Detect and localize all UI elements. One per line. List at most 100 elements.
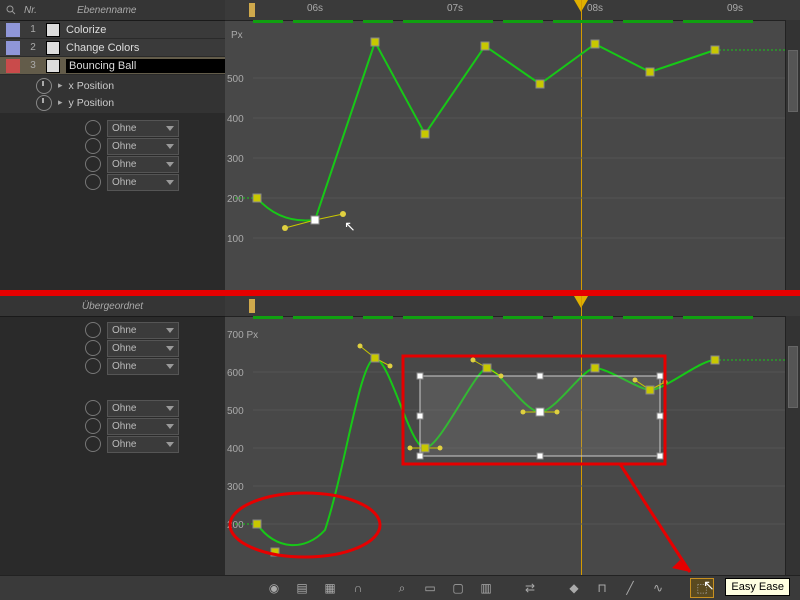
keyframe-selected[interactable] [311, 216, 319, 224]
pickwhip-icon[interactable] [85, 156, 101, 172]
time-ruler[interactable] [225, 296, 800, 317]
edit-keyframe-icon[interactable]: ◆ [562, 578, 586, 598]
search-icon [6, 5, 16, 15]
chevron-down-icon [166, 180, 174, 185]
property-row[interactable]: ▸ x Position [0, 77, 225, 94]
parent-row: Ohne [0, 417, 225, 435]
pickwhip-icon[interactable] [85, 120, 101, 136]
hold-keyframe-icon[interactable]: ⊓ [590, 578, 614, 598]
layer-row[interactable]: 1 Colorize [0, 21, 225, 39]
pickwhip-icon[interactable] [85, 436, 101, 452]
chevron-down-icon [166, 424, 174, 429]
layer-number: 1 [26, 24, 40, 35]
separate-dimensions-icon[interactable]: ⇄ [518, 578, 542, 598]
parent-dropdown[interactable]: Ohne [107, 156, 179, 173]
fit-selection-icon[interactable]: ▢ [446, 578, 470, 598]
chevron-down-icon [166, 406, 174, 411]
show-transform-icon[interactable]: ▦ [318, 578, 342, 598]
time-tick: 09s [727, 3, 743, 14]
parent-dropdown[interactable]: Ohne [107, 400, 179, 417]
expand-icon[interactable]: ▸ [58, 80, 63, 91]
eye-icon[interactable]: ◉ [262, 578, 286, 598]
vertical-scrollbar[interactable] [785, 316, 800, 600]
parent-dropdown[interactable]: Ohne [107, 322, 179, 339]
linear-keyframe-icon[interactable]: ╱ [618, 578, 642, 598]
chevron-down-icon [166, 328, 174, 333]
pickwhip-icon[interactable] [85, 400, 101, 416]
stopwatch-icon[interactable] [36, 78, 52, 94]
time-ruler[interactable]: 06s 07s 08s 09s [225, 0, 800, 21]
y-unit-label: 700 Px [227, 330, 258, 341]
snap-icon[interactable]: ∩ [346, 578, 370, 598]
parent-row: Ohne [0, 339, 225, 357]
parent-row: Ohne [0, 173, 225, 191]
scrollbar-thumb[interactable] [788, 50, 798, 112]
fit-all-icon[interactable]: ▭ [418, 578, 442, 598]
property-name: x Position [69, 80, 115, 92]
stopwatch-icon[interactable] [36, 95, 52, 111]
dropdown-value: Ohne [112, 439, 136, 450]
parent-dropdown[interactable]: Ohne [107, 138, 179, 155]
parent-dropdown[interactable]: Ohne [107, 120, 179, 137]
auto-zoom-icon[interactable]: ▥ [474, 578, 498, 598]
layer-row-selected[interactable]: 3 Bouncing Ball [0, 57, 225, 75]
cache-indicator [253, 316, 794, 319]
easy-ease-button[interactable]: ⬚ [690, 578, 714, 598]
layer-number: 2 [26, 42, 40, 53]
chevron-down-icon [166, 162, 174, 167]
graph-svg-top[interactable]: Px 500 400 300 200 100 [225, 24, 800, 286]
dropdown-value: Ohne [112, 325, 136, 336]
y-tick: 400 [227, 444, 244, 455]
layer-name-label[interactable]: Bouncing Ball [66, 59, 225, 73]
layer-row[interactable]: 2 Change Colors [0, 39, 225, 57]
layer-number: 3 [26, 60, 40, 71]
parent-dropdown[interactable]: Ohne [107, 358, 179, 375]
graph-svg-bottom[interactable]: 700 Px 600 500 400 300 200 [225, 320, 800, 568]
pickwhip-icon[interactable] [85, 138, 101, 154]
cache-indicator [253, 20, 794, 23]
parent-dropdown[interactable]: Ohne [107, 418, 179, 435]
keyframe[interactable] [591, 364, 599, 372]
y-tick: 400 [227, 114, 244, 125]
parent-dropdown[interactable]: Ohne [107, 340, 179, 357]
pickwhip-icon[interactable] [85, 174, 101, 190]
parent-row: Ohne [0, 399, 225, 417]
graph-options-icon[interactable]: ▤ [290, 578, 314, 598]
scrollbar-thumb[interactable] [788, 346, 798, 408]
auto-bezier-icon[interactable]: ∿ [646, 578, 670, 598]
dropdown-value: Ohne [112, 361, 136, 372]
zoom-icon[interactable]: ⌕ [390, 578, 414, 598]
keyframe[interactable] [358, 344, 393, 369]
work-area-start[interactable] [249, 299, 255, 313]
pickwhip-icon[interactable] [85, 418, 101, 434]
parent-row: Ohne [0, 119, 225, 137]
dropdown-value: Ohne [112, 123, 136, 134]
pickwhip-icon[interactable] [85, 340, 101, 356]
parent-header: Übergeordnet [0, 296, 225, 317]
time-tick: 07s [447, 3, 463, 14]
dropdown-value: Ohne [112, 421, 136, 432]
expand-icon[interactable]: ▸ [58, 97, 63, 108]
parent-row: Ohne [0, 137, 225, 155]
visibility-checkbox[interactable] [46, 59, 60, 73]
y-tick: 600 [227, 368, 244, 379]
tooltip-text: Easy Ease [731, 581, 784, 593]
dropdown-value: Ohne [112, 177, 136, 188]
y-unit-label: Px [231, 30, 243, 41]
dropdown-value: Ohne [112, 141, 136, 152]
visibility-checkbox[interactable] [46, 23, 60, 37]
vertical-scrollbar[interactable] [785, 20, 800, 290]
dropdown-value: Ohne [112, 159, 136, 170]
dropdown-value: Ohne [112, 403, 136, 414]
header-label: Übergeordnet [82, 301, 143, 312]
pickwhip-icon[interactable] [85, 322, 101, 338]
graph-editor-top[interactable]: 06s 07s 08s 09s Px 500 400 300 200 100 [225, 0, 800, 290]
work-area-start[interactable] [249, 3, 255, 17]
pickwhip-icon[interactable] [85, 358, 101, 374]
graph-editor-bottom[interactable]: 700 Px 600 500 400 300 200 [225, 296, 800, 600]
chevron-down-icon [166, 144, 174, 149]
property-row[interactable]: ▸ y Position [0, 94, 225, 111]
parent-dropdown[interactable]: Ohne [107, 436, 179, 453]
visibility-checkbox[interactable] [46, 41, 60, 55]
parent-dropdown[interactable]: Ohne [107, 174, 179, 191]
